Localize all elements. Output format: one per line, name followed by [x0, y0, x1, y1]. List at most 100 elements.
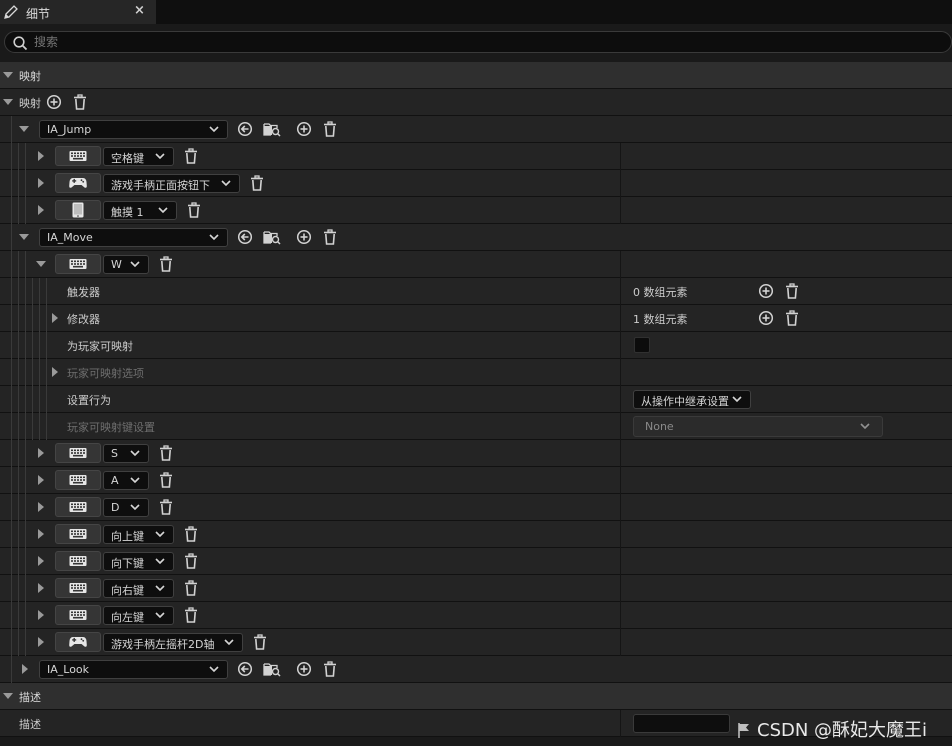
collapsed-arrow-icon[interactable] [38, 151, 44, 161]
indent-guide [18, 467, 19, 494]
key-combo[interactable]: D [103, 498, 149, 517]
collapsed-arrow-icon[interactable] [22, 664, 28, 674]
add-mapping-icon[interactable] [46, 94, 62, 110]
input-action-combo[interactable]: IA_Move [39, 228, 228, 247]
keyboard-icon [69, 556, 87, 567]
keyboard-icon [69, 610, 87, 621]
key-selector-button[interactable] [55, 497, 101, 517]
indent-guide [32, 278, 33, 305]
collapsed-arrow-icon[interactable] [38, 205, 44, 215]
key-combo-text: S [111, 447, 118, 460]
add-key-icon[interactable] [296, 229, 312, 245]
key-selector-button[interactable] [55, 524, 101, 544]
key-selector-button[interactable] [55, 173, 101, 193]
collapsed-arrow-icon[interactable] [38, 502, 44, 512]
add-element-icon[interactable] [758, 283, 774, 299]
key-combo[interactable]: 空格键 [103, 147, 174, 166]
collapsed-arrow-icon[interactable] [38, 637, 44, 647]
collapsed-arrow-icon[interactable] [38, 610, 44, 620]
key-combo[interactable]: 游戏手柄正面按钮下 [103, 174, 240, 193]
browse-asset-icon[interactable] [263, 229, 281, 245]
delete-all-mappings-icon[interactable] [73, 94, 87, 110]
expanded-arrow-icon[interactable] [19, 234, 29, 240]
collapsed-arrow-icon[interactable] [38, 448, 44, 458]
use-selected-asset-icon[interactable] [237, 121, 253, 137]
key-combo[interactable]: A [103, 471, 149, 490]
column-splitter [620, 143, 621, 170]
delete-key-icon[interactable] [250, 175, 264, 191]
clear-elements-icon[interactable] [785, 283, 799, 299]
column-splitter [620, 710, 621, 737]
indent-guide [25, 305, 26, 332]
expanded-arrow-icon[interactable] [3, 72, 13, 78]
delete-key-icon[interactable] [187, 202, 201, 218]
details-tab[interactable]: 细节 × [0, 0, 156, 24]
collapsed-arrow-icon[interactable] [38, 556, 44, 566]
browse-asset-icon[interactable] [263, 661, 281, 677]
key-combo[interactable]: 游戏手柄左摇杆2D轴 [103, 633, 243, 652]
delete-key-icon[interactable] [184, 553, 198, 569]
collapsed-arrow-icon[interactable] [38, 583, 44, 593]
key-selector-button[interactable] [55, 470, 101, 490]
collapsed-arrow-icon[interactable] [52, 367, 58, 377]
key-selector-button[interactable] [55, 146, 101, 166]
delete-key-icon[interactable] [184, 526, 198, 542]
search-input[interactable] [34, 35, 914, 49]
key-combo[interactable]: 向上键 [103, 525, 174, 544]
collapsed-arrow-icon[interactable] [38, 529, 44, 539]
key-selector-button[interactable] [55, 254, 101, 274]
expanded-arrow-icon[interactable] [3, 693, 13, 699]
expanded-arrow-icon[interactable] [36, 261, 46, 267]
triggers-row: 触发器 0 数组元素 [0, 278, 952, 305]
delete-key-icon[interactable] [159, 256, 173, 272]
expanded-arrow-icon[interactable] [19, 126, 29, 132]
key-combo[interactable]: 向右键 [103, 579, 174, 598]
key-selector-button[interactable] [55, 200, 101, 220]
add-element-icon[interactable] [758, 310, 774, 326]
use-selected-asset-icon[interactable] [237, 661, 253, 677]
key-combo[interactable]: S [103, 444, 149, 463]
key-selector-button[interactable] [55, 632, 101, 652]
collapsed-arrow-icon[interactable] [38, 475, 44, 485]
delete-key-icon[interactable] [184, 607, 198, 623]
delete-key-icon[interactable] [184, 148, 198, 164]
delete-action-icon[interactable] [323, 121, 337, 137]
input-action-combo[interactable]: IA_Jump [39, 120, 228, 139]
collapsed-arrow-icon[interactable] [52, 313, 58, 323]
delete-key-icon[interactable] [159, 499, 173, 515]
indent-guide [25, 197, 26, 224]
chevron-down-icon [158, 207, 168, 214]
indent-guide [11, 386, 12, 413]
add-key-icon[interactable] [296, 121, 312, 137]
add-key-icon[interactable] [296, 661, 312, 677]
key-selector-button[interactable] [55, 605, 101, 625]
expanded-arrow-icon[interactable] [3, 99, 13, 105]
column-splitter [620, 413, 621, 440]
delete-key-icon[interactable] [184, 580, 198, 596]
tab-close-button[interactable]: × [134, 3, 145, 18]
key-combo[interactable]: 向左键 [103, 606, 174, 625]
key-combo[interactable]: W [103, 255, 149, 274]
delete-key-icon[interactable] [159, 472, 173, 488]
key-settings-combo[interactable]: None [633, 416, 883, 437]
key-selector-button[interactable] [55, 443, 101, 463]
key-combo[interactable]: 触摸 1 [103, 201, 177, 220]
collapsed-arrow-icon[interactable] [38, 178, 44, 188]
description-input[interactable] [633, 714, 730, 733]
key-combo[interactable]: 向下键 [103, 552, 174, 571]
key-combo-text: 向右键 [111, 584, 144, 597]
browse-asset-icon[interactable] [263, 121, 281, 137]
delete-action-icon[interactable] [323, 229, 337, 245]
setting-behavior-combo[interactable]: 从操作中继承设置 [633, 390, 751, 409]
clear-elements-icon[interactable] [785, 310, 799, 326]
use-selected-asset-icon[interactable] [237, 229, 253, 245]
input-action-combo[interactable]: IA_Look [39, 660, 228, 679]
player-mappable-checkbox[interactable] [634, 337, 650, 353]
key-selector-button[interactable] [55, 551, 101, 571]
key-selector-button[interactable] [55, 578, 101, 598]
chevron-down-icon [130, 477, 140, 484]
delete-key-icon[interactable] [253, 634, 267, 650]
delete-key-icon[interactable] [159, 445, 173, 461]
search-bar[interactable] [4, 31, 952, 53]
delete-action-icon[interactable] [323, 661, 337, 677]
